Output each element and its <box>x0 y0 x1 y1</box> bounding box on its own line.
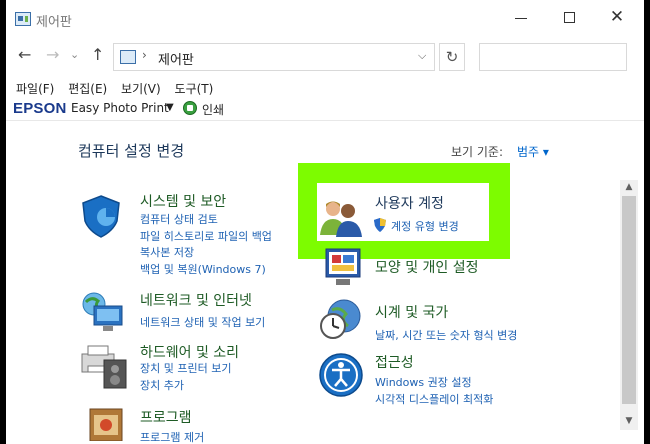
link-change-date-time-format[interactable]: 날짜, 시간 또는 숫자 형식 변경 <box>375 327 517 343</box>
appearance-icon[interactable] <box>318 245 364 289</box>
clock-globe-icon[interactable] <box>318 298 364 342</box>
address-dropdown-icon[interactable]: ⌵ <box>418 49 426 63</box>
recent-locations-button[interactable]: ⌄ <box>70 45 79 65</box>
user-accounts-icon[interactable] <box>318 195 364 237</box>
category-network-internet[interactable]: 네트워크 및 인터넷 <box>140 290 252 310</box>
search-input[interactable] <box>479 43 627 71</box>
category-clock-region[interactable]: 시계 및 국가 <box>375 302 448 322</box>
up-arrow-icon: ↑ <box>91 45 105 64</box>
print-button[interactable]: 인쇄 <box>202 101 224 118</box>
maximize-button[interactable] <box>561 9 579 27</box>
category-user-accounts[interactable]: 사용자 계정 <box>375 193 444 213</box>
link-uninstall-program[interactable]: 프로그램 제거 <box>140 429 204 444</box>
view-by-label: 보기 기준: <box>451 145 504 159</box>
refresh-icon: ↻ <box>445 48 459 66</box>
uac-shield-icon <box>374 218 386 232</box>
link-add-device[interactable]: 장치 추가 <box>140 377 184 393</box>
minimize-button[interactable] <box>512 9 530 27</box>
menu-tools[interactable]: 도구(T) <box>175 82 214 96</box>
category-system-security[interactable]: 시스템 및 보안 <box>140 191 226 211</box>
category-appearance-personalization[interactable]: 모양 및 개인 설정 <box>375 257 479 277</box>
category-programs[interactable]: 프로그램 <box>140 407 192 427</box>
link-backup-restore[interactable]: 백업 및 복원(Windows 7) <box>140 261 266 277</box>
menu-edit[interactable]: 편집(E) <box>68 82 107 96</box>
control-panel-window: 제어판 ✕ ← → ⌄ ↑ › 제어판 ⌵ ↻ 파일(F) 편집(E) 보기(V… <box>6 0 644 444</box>
menu-bar: 파일(F) 편집(E) 보기(V) 도구(T) <box>16 80 223 97</box>
close-icon: ✕ <box>609 7 625 27</box>
link-save-copy[interactable]: 복사본 저장 <box>140 244 194 260</box>
forward-button[interactable]: → <box>46 45 59 65</box>
link-windows-suggested-settings[interactable]: Windows 권장 설정 <box>375 374 472 390</box>
maximize-icon <box>564 12 575 23</box>
breadcrumb-separator: › <box>142 48 147 62</box>
vertical-scrollbar[interactable]: ▲ ▼ <box>620 180 638 430</box>
accessibility-icon[interactable] <box>318 352 364 398</box>
window-title: 제어판 <box>36 15 72 30</box>
page-title: 컴퓨터 설정 변경 <box>78 142 185 160</box>
link-review-computer-status[interactable]: 컴퓨터 상태 검토 <box>140 211 218 227</box>
shield-icon[interactable] <box>78 193 124 239</box>
programs-icon[interactable] <box>86 405 130 441</box>
title-bar: 제어판 ✕ <box>6 0 644 38</box>
scroll-thumb[interactable] <box>622 196 636 404</box>
control-panel-location-icon <box>120 50 136 64</box>
chevron-down-icon: ⌄ <box>70 48 80 61</box>
category-ease-of-access[interactable]: 접근성 <box>375 352 414 372</box>
forward-arrow-icon: → <box>46 45 60 64</box>
control-panel-app-icon <box>15 12 31 26</box>
back-arrow-icon: ← <box>18 45 32 64</box>
up-button[interactable]: ↑ <box>91 45 104 65</box>
easy-photo-print-button[interactable]: Easy Photo Print <box>71 101 169 115</box>
printer-speaker-icon[interactable] <box>80 342 130 390</box>
link-devices-printers[interactable]: 장치 및 프린터 보기 <box>140 360 231 376</box>
network-icon[interactable] <box>80 290 126 334</box>
breadcrumb-control-panel[interactable]: 제어판 <box>158 49 194 68</box>
link-change-account-type[interactable]: 계정 유형 변경 <box>391 218 459 234</box>
link-network-status[interactable]: 네트워크 상태 및 작업 보기 <box>140 314 265 330</box>
category-hardware-sound[interactable]: 하드웨어 및 소리 <box>140 342 239 362</box>
print-icon[interactable] <box>183 101 197 115</box>
refresh-button[interactable]: ↻ <box>439 43 465 71</box>
minimize-icon <box>515 18 527 19</box>
back-button[interactable]: ← <box>18 45 31 65</box>
menu-file[interactable]: 파일(F) <box>16 82 54 96</box>
scroll-down-icon[interactable]: ▼ <box>620 416 638 426</box>
close-button[interactable]: ✕ <box>608 7 626 27</box>
address-bar[interactable]: › 제어판 ⌵ <box>113 43 435 71</box>
view-by-dropdown[interactable]: 범주 ▾ <box>517 143 549 160</box>
scroll-up-icon[interactable]: ▲ <box>620 182 638 192</box>
epson-logo: EPSON <box>13 100 67 117</box>
menu-view[interactable]: 보기(V) <box>121 82 161 96</box>
link-optimize-visual-display[interactable]: 시각적 디스플레이 최적화 <box>375 391 493 407</box>
link-file-history-backup[interactable]: 파일 히스토리로 파일의 백업 <box>140 228 272 244</box>
toolbar-divider <box>6 120 644 121</box>
easy-photo-print-dropdown-icon[interactable]: ▼ <box>166 102 174 113</box>
